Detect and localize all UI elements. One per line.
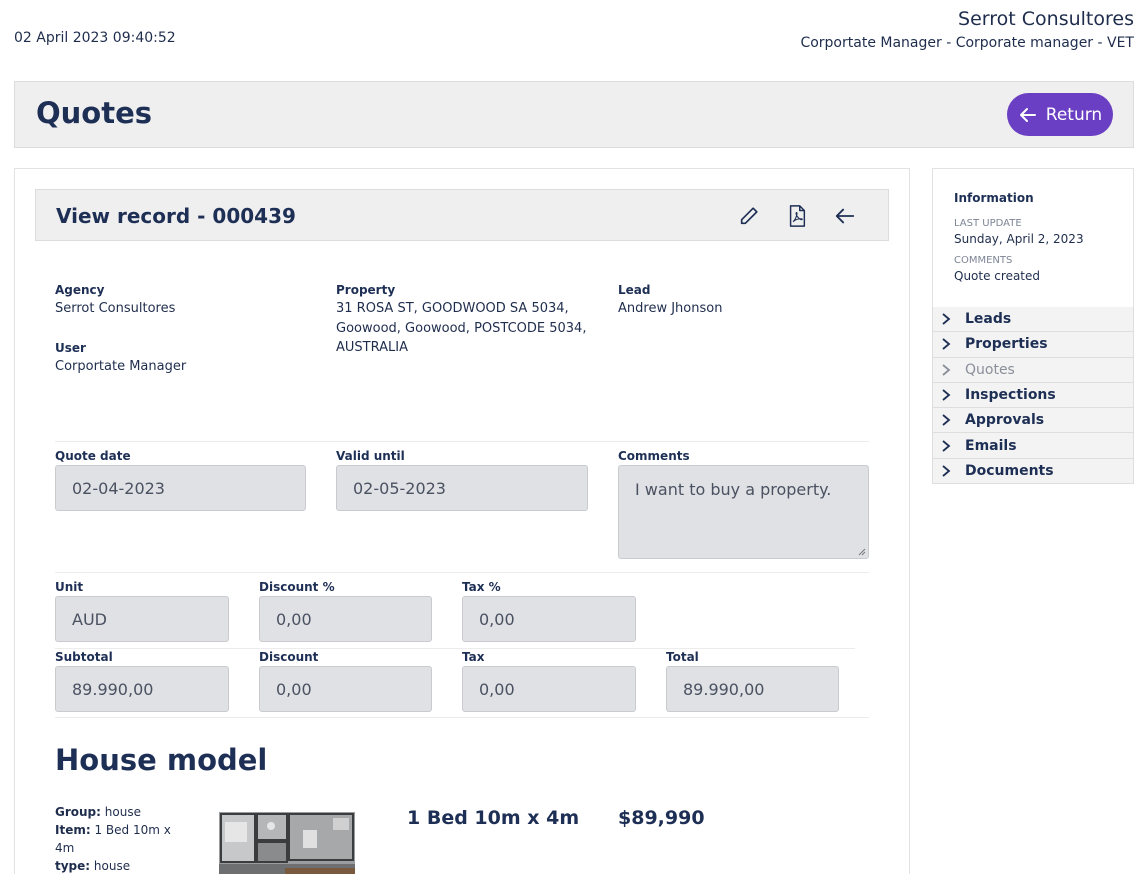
nav-label: Documents [965,462,1054,479]
quote-date-field[interactable]: 02-04-2023 [55,465,306,511]
discount-field[interactable]: 0,00 [259,666,432,712]
agency-label: Agency [55,283,105,297]
group-value: house [104,805,141,819]
nav-label: Approvals [965,412,1045,429]
discount-pct-field[interactable]: 0,00 [259,596,432,642]
last-update-value: Sunday, April 2, 2023 [954,232,1084,246]
return-button-label: Return [1045,104,1103,125]
back-arrow-icon[interactable] [832,203,858,229]
property-line-1: 31 ROSA ST, GOODWOOD SA 5034, [336,301,569,316]
related-nav: Leads Properties Quotes Inspections Appr… [932,307,1134,485]
nav-item-documents[interactable]: Documents [932,458,1134,485]
chevron-right-icon [942,389,951,401]
info-comments-value: Quote created [954,269,1041,283]
record-header: View record - 000439 [35,189,889,241]
nav-label: Properties [965,336,1048,353]
house-model-title: House model [55,743,268,777]
resize-handle-icon[interactable] [858,548,866,556]
model-price: $89,990 [618,807,705,829]
tax-pct-field[interactable]: 0,00 [462,596,636,642]
info-comments-label: Comments [954,255,1013,266]
property-line-3: AUSTRALIA [336,340,408,355]
chevron-right-icon [942,313,951,325]
total-label: Total [666,650,699,664]
tax-pct-label: Tax % [462,580,501,594]
nav-label: Quotes [965,361,1015,378]
house-model-details: Group: house Item: 1 Bed 10m x 4m type: … [55,803,175,874]
type-label: type: [55,859,91,873]
record-title: View record - 000439 [56,204,296,228]
nav-label: Emails [965,437,1017,454]
agency-value: Serrot Consultores [55,301,176,316]
divider [55,572,869,573]
tax-label: Tax [462,650,485,664]
lead-value: Andrew Jhonson [618,301,723,316]
group-label: Group: [55,805,101,819]
comments-textarea[interactable]: I want to buy a property. [618,465,869,559]
comments-label: Comments [618,449,690,463]
company-name: Serrot Consultores [958,8,1134,30]
pdf-icon[interactable] [784,203,810,229]
unit-field[interactable]: AUD [55,596,229,642]
nav-item-approvals[interactable]: Approvals [932,408,1134,434]
page-title: Quotes [36,96,153,130]
record-actions [736,203,858,229]
user-label: User [55,341,86,355]
information-panel: Information Last update Sunday, April 2,… [932,168,1134,308]
return-button[interactable]: Return [1007,93,1113,136]
nav-label: Inspections [965,387,1056,404]
timestamp: 02 April 2023 09:40:52 [14,30,176,46]
divider [55,717,869,718]
chevron-right-icon [942,364,951,376]
total-field[interactable]: 89.990,00 [666,666,839,712]
divider [55,441,869,442]
arrow-left-icon [1019,107,1036,122]
nav-label: Leads [965,311,1012,328]
user-role: Corportate Manager - Corporate manager -… [800,35,1134,51]
chevron-right-icon [942,338,951,351]
nav-item-quotes[interactable]: Quotes [932,357,1134,383]
subtotal-label: Subtotal [55,650,113,664]
quote-date-label: Quote date [55,449,131,463]
last-update-label: Last update [954,218,1022,229]
discount-label: Discount [259,650,319,664]
comments-text: I want to buy a property. [635,480,832,499]
lead-label: Lead [618,283,651,297]
user-value: Corportate Manager [55,359,187,374]
edit-icon[interactable] [736,203,762,229]
property-line-2: Goowood, Goowood, POSTCODE 5034, [336,321,587,336]
model-name: 1 Bed 10m x 4m [407,807,580,829]
floorplan-image [219,812,355,874]
tax-field[interactable]: 0,00 [462,666,636,712]
chevron-right-icon [942,439,951,452]
chevron-right-icon [942,414,951,427]
nav-item-inspections[interactable]: Inspections [932,382,1134,409]
subtotal-field[interactable]: 89.990,00 [55,666,229,712]
nav-item-emails[interactable]: Emails [932,433,1134,459]
valid-until-label: Valid until [336,449,405,463]
top-bar: 02 April 2023 09:40:52 Serrot Consultore… [0,0,1134,80]
unit-label: Unit [55,580,84,594]
item-label: Item: [55,823,91,837]
property-label: Property [336,283,396,297]
valid-until-field[interactable]: 02-05-2023 [336,465,588,511]
discount-pct-label: Discount % [259,580,335,594]
record-card: View record - 000439 Agency Serrot Consu… [14,168,910,874]
nav-item-leads[interactable]: Leads [932,307,1134,333]
divider [55,648,855,649]
type-value: house [93,859,131,873]
information-title: Information [954,191,1034,205]
chevron-right-icon [942,465,951,477]
page-header: Quotes Return [14,81,1134,148]
nav-item-properties[interactable]: Properties [932,332,1134,358]
